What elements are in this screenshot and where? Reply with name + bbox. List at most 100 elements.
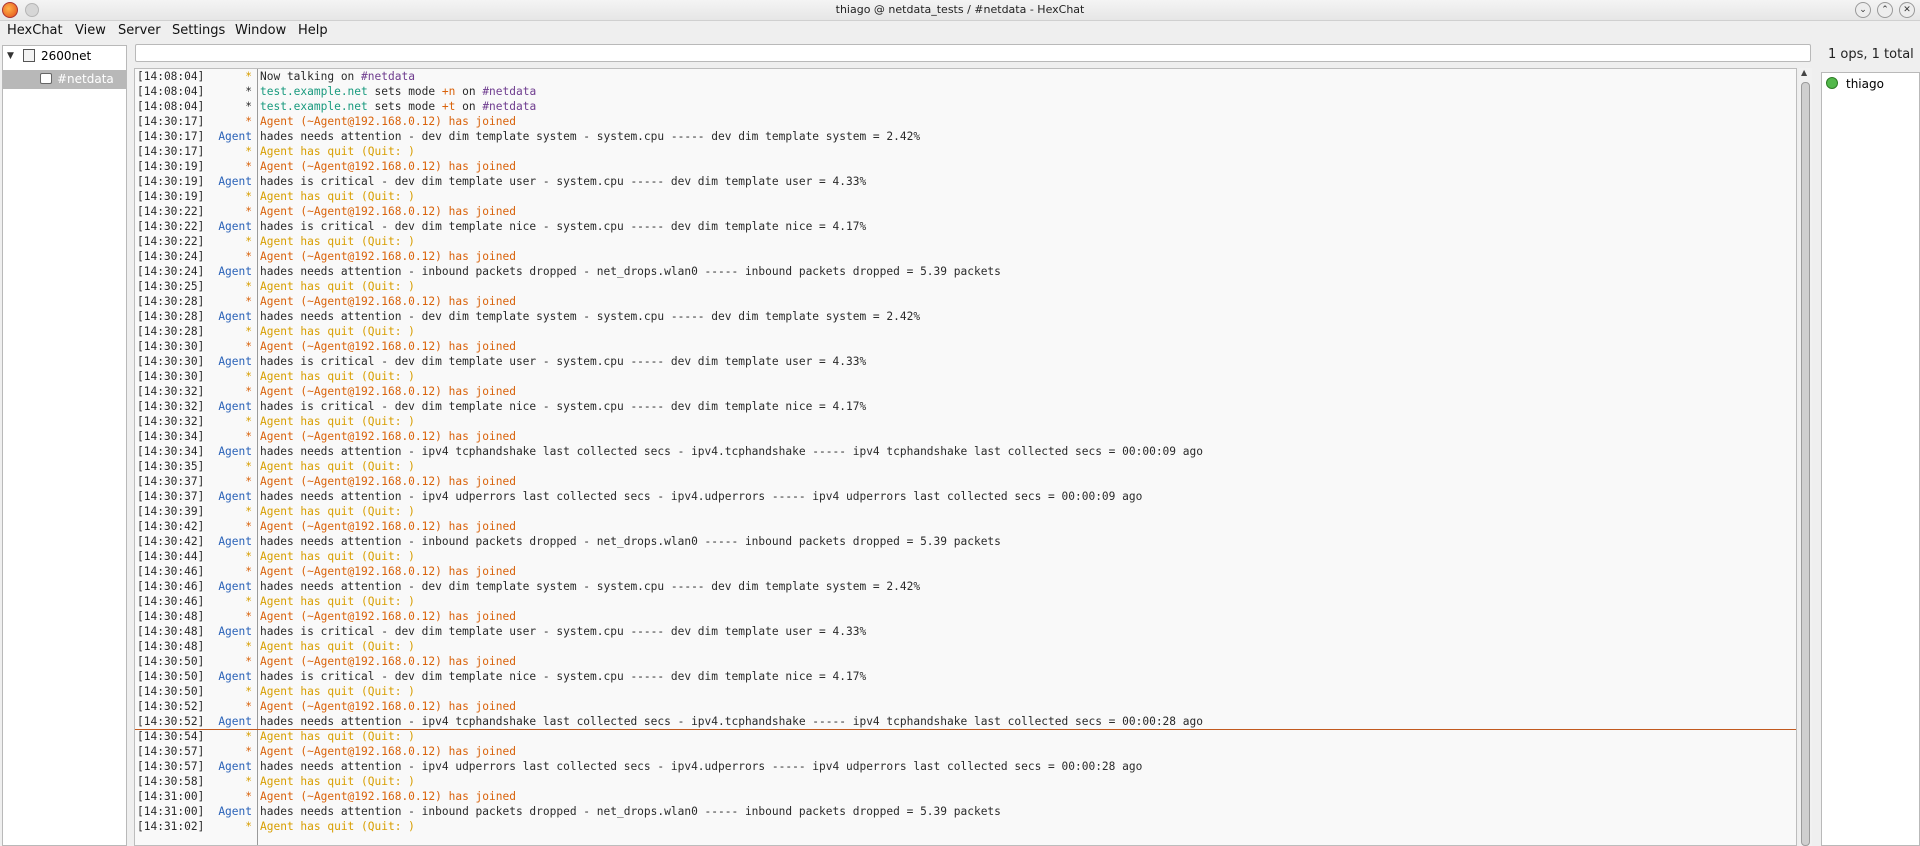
nick[interactable]: * xyxy=(245,429,252,444)
timestamp: [14:30:28] xyxy=(137,310,205,323)
nick[interactable]: * xyxy=(245,84,252,99)
message-text: Agent (~Agent@192.168.0.12) has joined xyxy=(260,249,516,264)
nick[interactable]: Agent xyxy=(218,354,252,369)
nick[interactable]: Agent xyxy=(218,174,252,189)
message-fragment: hades needs attention - dev dim template… xyxy=(260,130,921,143)
nick[interactable]: * xyxy=(245,384,252,399)
message-fragment: Agent (~Agent@192.168.0.12) has joined xyxy=(260,745,516,758)
nick[interactable]: * xyxy=(245,189,252,204)
nick[interactable]: Agent xyxy=(218,669,252,684)
timestamp: [14:30:52] xyxy=(137,715,205,728)
minimize-icon[interactable]: ⌄ xyxy=(1855,2,1871,18)
nick[interactable]: * xyxy=(245,279,252,294)
timestamp: [14:30:42] xyxy=(137,535,205,548)
nick[interactable]: * xyxy=(245,414,252,429)
topic-input[interactable] xyxy=(135,44,1811,62)
nick[interactable]: * xyxy=(245,159,252,174)
nick[interactable]: * xyxy=(245,69,252,84)
nick[interactable]: * xyxy=(245,774,252,789)
nick[interactable]: * xyxy=(245,699,252,714)
chat-text-area[interactable]: [14:08:04] * Now talking on #netdata [14:08… xyxy=(134,68,1797,846)
nick[interactable]: Agent xyxy=(218,624,252,639)
nick[interactable]: * xyxy=(245,474,252,489)
nick[interactable]: Agent xyxy=(218,129,252,144)
expand-arrow-icon[interactable]: ▼ xyxy=(7,51,14,61)
chat-line: [14:30:32] * Agent has quit (Quit: ) xyxy=(135,414,1795,429)
timestamp: [14:30:22] xyxy=(137,235,205,248)
nick[interactable]: Agent xyxy=(218,399,252,414)
nick[interactable]: * xyxy=(245,744,252,759)
message-text: Agent (~Agent@192.168.0.12) has joined xyxy=(260,744,516,759)
message-fragment: Agent has quit (Quit: ) xyxy=(260,730,415,743)
nick[interactable]: Agent xyxy=(218,714,252,729)
nick[interactable]: * xyxy=(245,234,252,249)
nick[interactable]: Agent xyxy=(218,219,252,234)
nick[interactable]: * xyxy=(245,729,252,744)
chat-line: [14:30:22] Agent hades is critical - dev d… xyxy=(135,219,1795,234)
close-icon[interactable]: ✕ xyxy=(1899,2,1915,18)
nick[interactable]: * xyxy=(245,294,252,309)
message-fragment: Agent has quit (Quit: ) xyxy=(260,370,415,383)
tree-item-channel[interactable]: #netdata xyxy=(3,70,126,89)
nick[interactable]: * xyxy=(245,549,252,564)
scroll-thumb[interactable] xyxy=(1801,82,1810,846)
scroll-up-icon[interactable]: ▲ xyxy=(1801,68,1807,77)
nick[interactable]: * xyxy=(245,819,252,834)
nick[interactable]: * xyxy=(245,789,252,804)
message-fragment: Agent (~Agent@192.168.0.12) has joined xyxy=(260,115,516,128)
message-fragment: sets mode xyxy=(367,85,442,98)
nick[interactable]: * xyxy=(245,654,252,669)
maximize-icon[interactable]: ⌃ xyxy=(1877,2,1893,18)
message-text: hades is critical - dev dim template use… xyxy=(260,624,866,639)
nick[interactable]: Agent xyxy=(218,264,252,279)
chat-line: [14:30:30] * Agent has quit (Quit: ) xyxy=(135,369,1795,384)
message-text: Agent (~Agent@192.168.0.12) has joined xyxy=(260,339,516,354)
menu-view[interactable]: View xyxy=(75,23,106,38)
nick[interactable]: * xyxy=(245,324,252,339)
nick[interactable]: Agent xyxy=(218,804,252,819)
message-text: Agent has quit (Quit: ) xyxy=(260,144,415,159)
chat-line: [14:30:34] * Agent (~Agent@192.168.0.12) h… xyxy=(135,429,1795,444)
message-fragment: Agent (~Agent@192.168.0.12) has joined xyxy=(260,565,516,578)
menu-hexchat[interactable]: HexChat xyxy=(7,23,63,38)
nick[interactable]: * xyxy=(245,459,252,474)
timestamp: [14:30:32] xyxy=(137,415,205,428)
nick[interactable]: * xyxy=(245,99,252,114)
message-fragment: hades is critical - dev dim template use… xyxy=(260,625,867,638)
menu-settings[interactable]: Settings xyxy=(172,23,225,38)
nick[interactable]: Agent xyxy=(218,309,252,324)
nick[interactable]: * xyxy=(245,114,252,129)
chat-line: [14:30:37] Agent hades needs attention - i… xyxy=(135,489,1795,504)
nick[interactable]: * xyxy=(245,144,252,159)
message-text: Agent has quit (Quit: ) xyxy=(260,684,415,699)
server-label: 2600net xyxy=(41,49,92,63)
nick[interactable]: Agent xyxy=(218,489,252,504)
message-fragment: sets mode xyxy=(367,100,442,113)
nick[interactable]: * xyxy=(245,519,252,534)
nick[interactable]: * xyxy=(245,504,252,519)
nick[interactable]: Agent xyxy=(218,534,252,549)
menu-window[interactable]: Window xyxy=(235,23,286,38)
message-fragment: Agent has quit (Quit: ) xyxy=(260,145,415,158)
message-fragment: hades is critical - dev dim template use… xyxy=(260,355,867,368)
title-bar: thiago @ netdata_tests / #netdata - HexC… xyxy=(0,0,1920,21)
nick[interactable]: * xyxy=(245,609,252,624)
nick[interactable]: * xyxy=(245,249,252,264)
nick[interactable]: Agent xyxy=(218,759,252,774)
timestamp: [14:30:37] xyxy=(137,475,205,488)
nick[interactable]: * xyxy=(245,684,252,699)
nick[interactable]: * xyxy=(245,594,252,609)
tree-item-server[interactable]: ▼ 2600net xyxy=(3,47,126,66)
nick[interactable]: * xyxy=(245,564,252,579)
nick[interactable]: * xyxy=(245,639,252,654)
menu-server[interactable]: Server xyxy=(118,23,161,38)
nick[interactable]: Agent xyxy=(218,444,252,459)
nick[interactable]: * xyxy=(245,339,252,354)
nick[interactable]: Agent xyxy=(218,579,252,594)
nick[interactable]: * xyxy=(245,204,252,219)
timestamp: [14:30:24] xyxy=(137,250,205,263)
nick[interactable]: * xyxy=(245,369,252,384)
menu-help[interactable]: Help xyxy=(298,23,328,38)
chat-scrollbar[interactable]: ▲ xyxy=(1799,68,1812,846)
user-name: thiago xyxy=(1846,77,1884,91)
